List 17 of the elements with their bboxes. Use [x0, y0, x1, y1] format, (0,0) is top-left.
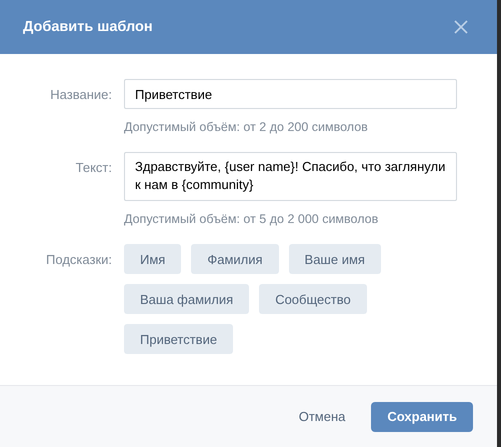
suggestion-chip[interactable]: Имя [124, 244, 182, 274]
text-area[interactable]: Здравствуйте, {user name}! Спасибо, что заглянули к нам в {community} [124, 152, 457, 201]
field-hint: Допустимый объём: от 2 до 200 символов [124, 120, 369, 134]
field-label: Подсказки: [45, 251, 112, 269]
save-button[interactable]: Сохранить [371, 402, 473, 432]
field-label: Название: [49, 86, 112, 104]
field-hint: Допустимый объём: от 5 до 2 000 символов [124, 212, 380, 226]
cancel-button[interactable]: Отмена [290, 409, 354, 424]
close-icon[interactable] [454, 20, 468, 34]
suggestion-chip[interactable]: Сообщество [259, 284, 367, 314]
input-field[interactable]: Приветствие [124, 79, 457, 109]
field-label: Текст: [74, 159, 112, 177]
suggestion-chip[interactable]: Фамилия [191, 244, 279, 274]
suggestion-chip[interactable]: Ваша фамилия [124, 284, 250, 314]
dialog-title: Добавить шаблон [23, 19, 153, 35]
suggestion-chip[interactable]: Приветствие [124, 324, 234, 354]
suggestion-chip[interactable]: Ваше имя [288, 244, 381, 274]
